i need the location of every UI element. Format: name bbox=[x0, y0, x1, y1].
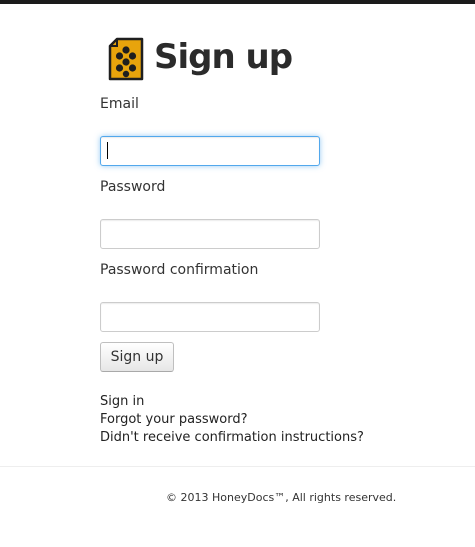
password-confirmation-field[interactable] bbox=[100, 302, 320, 332]
confirmation-instructions-link[interactable]: Didn't receive confirmation instructions… bbox=[100, 429, 364, 446]
forgot-password-link[interactable]: Forgot your password? bbox=[100, 411, 248, 428]
copyright-text: © 2013 HoneyDocs™, All rights reserved. bbox=[166, 491, 397, 504]
sign-up-button[interactable]: Sign up bbox=[100, 342, 174, 372]
page-header: Sign up bbox=[108, 37, 293, 81]
page-title: Sign up bbox=[154, 37, 293, 77]
password-label: Password bbox=[100, 179, 166, 195]
email-field[interactable] bbox=[100, 136, 320, 166]
footer-divider bbox=[0, 466, 475, 467]
top-bar bbox=[0, 0, 475, 4]
password-confirmation-label: Password confirmation bbox=[100, 262, 259, 278]
sign-in-link[interactable]: Sign in bbox=[100, 393, 144, 410]
email-label: Email bbox=[100, 96, 139, 112]
password-field[interactable] bbox=[100, 219, 320, 249]
text-caret bbox=[107, 142, 108, 159]
honeycomb-document-icon bbox=[108, 37, 144, 81]
